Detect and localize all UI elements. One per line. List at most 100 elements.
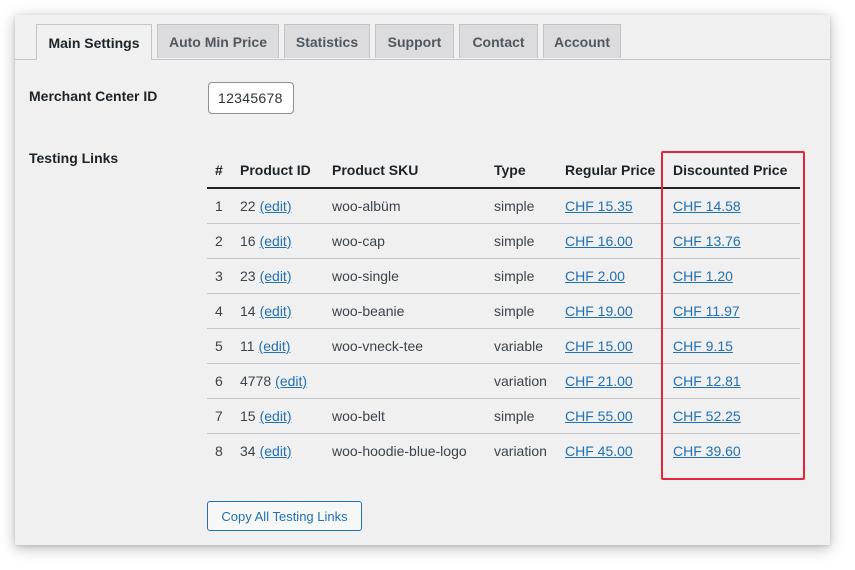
regular-price-cell: CHF 55.00 — [557, 398, 665, 434]
table-row: 5 11 (edit) woo-vneck-tee variable CHF 15.00 C… — [207, 328, 800, 364]
tab-bar: Main Settings Auto Min Price Statistics … — [15, 24, 830, 60]
testing-links-table: # Product ID Product SKU Type Regular Pr… — [207, 153, 800, 468]
discounted-price-cell: CHF 1.20 — [665, 258, 800, 294]
row-number: 4 — [207, 293, 232, 329]
regular-price-link[interactable]: CHF 19.00 — [565, 303, 633, 319]
table-row: 1 22 (edit) woo-albüm simple CHF 15.35 CHF 14.… — [207, 188, 800, 224]
product-id: 23 — [240, 268, 256, 284]
regular-price-link[interactable]: CHF 45.00 — [565, 443, 633, 459]
table-row: 6 4778 (edit) variation CHF 21.00 CHF 12.81 — [207, 363, 800, 399]
tab-auto-min-price[interactable]: Auto Min Price — [157, 24, 279, 58]
discounted-price-cell: CHF 12.81 — [665, 363, 800, 399]
product-id-cell: 22 (edit) — [232, 188, 324, 224]
discounted-price-cell: CHF 39.60 — [665, 434, 800, 469]
regular-price-cell: CHF 21.00 — [557, 363, 665, 399]
regular-price-link[interactable]: CHF 15.35 — [565, 198, 633, 214]
column-header-product-sku: Product SKU — [324, 153, 486, 189]
product-id-cell: 14 (edit) — [232, 293, 324, 329]
regular-price-cell: CHF 15.35 — [557, 188, 665, 224]
product-id-cell: 4778 (edit) — [232, 363, 324, 399]
product-sku: woo-beanie — [324, 293, 486, 329]
product-type: simple — [486, 223, 557, 259]
column-header-discounted-price: Discounted Price — [665, 153, 800, 189]
regular-price-cell: CHF 16.00 — [557, 223, 665, 259]
row-number: 7 — [207, 398, 232, 434]
product-id-cell: 11 (edit) — [232, 328, 324, 364]
discounted-price-cell: CHF 9.15 — [665, 328, 800, 364]
product-sku: woo-single — [324, 258, 486, 294]
discounted-price-cell: CHF 11.97 — [665, 293, 800, 329]
copy-all-testing-links-button[interactable]: Copy All Testing Links — [207, 501, 362, 531]
discounted-price-link[interactable]: CHF 14.58 — [673, 198, 741, 214]
product-sku: woo-cap — [324, 223, 486, 259]
product-id: 34 — [240, 443, 256, 459]
discounted-price-cell: CHF 52.25 — [665, 398, 800, 434]
product-type: simple — [486, 188, 557, 224]
row-number: 5 — [207, 328, 232, 364]
product-id-cell: 23 (edit) — [232, 258, 324, 294]
row-number: 2 — [207, 223, 232, 259]
edit-product-link[interactable]: (edit) — [259, 338, 291, 354]
product-id-cell: 16 (edit) — [232, 223, 324, 259]
testing-links-label: Testing Links — [29, 150, 119, 166]
discounted-price-link[interactable]: CHF 39.60 — [673, 443, 741, 459]
edit-product-link[interactable]: (edit) — [260, 268, 292, 284]
discounted-price-link[interactable]: CHF 13.76 — [673, 233, 741, 249]
row-number: 8 — [215, 443, 223, 459]
edit-product-link[interactable]: (edit) — [260, 198, 292, 214]
column-header-type: Type — [486, 153, 557, 189]
table-row: 3 23 (edit) woo-single simple CHF 2.00 CHF 1.2… — [207, 258, 800, 294]
discounted-price-link[interactable]: CHF 1.20 — [673, 268, 733, 284]
product-sku: woo-hoodie-blue-logo — [332, 443, 467, 459]
table-row: 8 34 (edit) woo-hoodie-blue-logo variation CH… — [207, 434, 800, 469]
table-row: 2 16 (edit) woo-cap simple CHF 16.00 CHF 13.76 — [207, 223, 800, 259]
edit-product-link[interactable]: (edit) — [260, 233, 292, 249]
regular-price-link[interactable]: CHF 55.00 — [565, 408, 633, 424]
table-row: 7 15 (edit) woo-belt simple CHF 55.00 CHF 52.2… — [207, 398, 800, 434]
regular-price-cell: CHF 15.00 — [557, 328, 665, 364]
regular-price-cell: CHF 19.00 — [557, 293, 665, 329]
discounted-price-link[interactable]: CHF 9.15 — [673, 338, 733, 354]
settings-panel: Main Settings Auto Min Price Statistics … — [15, 15, 830, 545]
product-id-cell: 34 (edit) — [232, 434, 324, 469]
edit-product-link[interactable]: (edit) — [260, 443, 292, 459]
product-type: simple — [486, 398, 557, 434]
regular-price-link[interactable]: CHF 2.00 — [565, 268, 625, 284]
edit-product-link[interactable]: (edit) — [260, 303, 292, 319]
merchant-center-id-input[interactable] — [208, 82, 294, 114]
tab-support[interactable]: Support — [375, 24, 454, 58]
discounted-price-link[interactable]: CHF 12.81 — [673, 373, 741, 389]
product-sku: woo-albüm — [324, 188, 486, 224]
product-id: 14 — [240, 303, 256, 319]
row-number: 3 — [207, 258, 232, 294]
product-type: variable — [486, 328, 557, 364]
regular-price-link[interactable]: CHF 15.00 — [565, 338, 633, 354]
discounted-price-link[interactable]: CHF 11.97 — [673, 303, 740, 319]
tab-statistics[interactable]: Statistics — [284, 24, 370, 58]
regular-price-cell: CHF 45.00 — [557, 434, 665, 469]
column-header-number: # — [207, 153, 232, 189]
regular-price-cell: CHF 2.00 — [557, 258, 665, 294]
tab-main-settings[interactable]: Main Settings — [36, 24, 152, 60]
table-header-row: # Product ID Product SKU Type Regular Pr… — [207, 153, 800, 189]
column-header-product-id: Product ID — [232, 153, 324, 189]
discounted-price-link[interactable]: CHF 52.25 — [673, 408, 741, 424]
discounted-price-cell: CHF 14.58 — [665, 188, 800, 224]
product-id: 16 — [240, 233, 256, 249]
product-id: 15 — [240, 408, 256, 424]
product-type: variation — [486, 363, 557, 399]
row-number: 1 — [207, 188, 232, 224]
regular-price-link[interactable]: CHF 21.00 — [565, 373, 633, 389]
product-type: variation — [494, 443, 547, 459]
product-type: simple — [486, 293, 557, 329]
regular-price-link[interactable]: CHF 16.00 — [565, 233, 633, 249]
edit-product-link[interactable]: (edit) — [275, 373, 307, 389]
merchant-center-id-label: Merchant Center ID — [29, 88, 158, 104]
product-sku: woo-belt — [324, 398, 486, 434]
product-type: simple — [486, 258, 557, 294]
tab-account[interactable]: Account — [543, 24, 621, 58]
edit-product-link[interactable]: (edit) — [260, 408, 292, 424]
tab-contact[interactable]: Contact — [459, 24, 538, 58]
row-number: 6 — [207, 363, 232, 399]
table-row: 4 14 (edit) woo-beanie simple CHF 19.00 CHF 11… — [207, 293, 800, 329]
